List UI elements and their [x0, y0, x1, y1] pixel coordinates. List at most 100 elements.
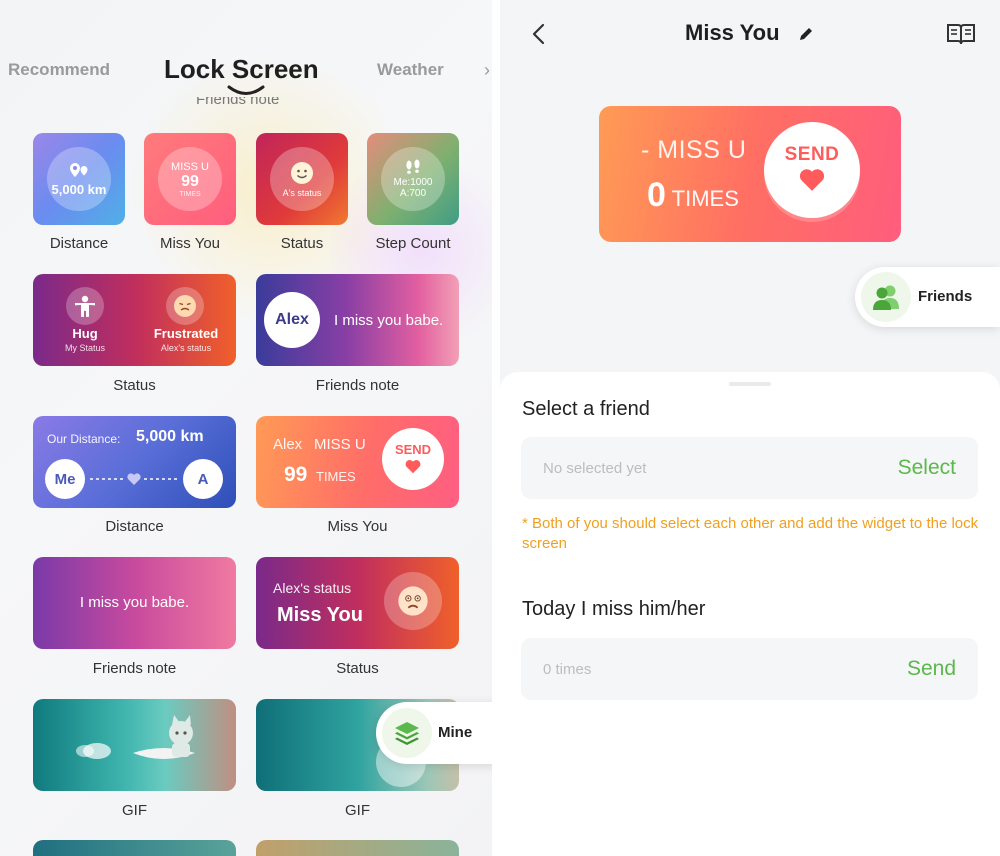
- widget-gif-1[interactable]: [33, 699, 236, 791]
- send-label: SEND: [394, 442, 432, 457]
- mine-icon-wrap: [382, 708, 432, 758]
- select-friend-field[interactable]: No selected yet Select: [521, 437, 978, 499]
- widget-stepcount-square[interactable]: Me:1000 A:700: [367, 133, 459, 225]
- heart-icon: [799, 169, 825, 191]
- bottom-sheet: Select a friend No selected yet Select *…: [500, 372, 1000, 856]
- caption-gif-2: GIF: [345, 802, 370, 819]
- widget-friends-note-wide[interactable]: Alex I miss you babe.: [256, 274, 459, 366]
- chevron-right-icon[interactable]: ›: [484, 60, 490, 81]
- hug-person-icon: [75, 295, 95, 317]
- preview-unit: TIMES: [671, 186, 739, 211]
- distance-value: 5,000 km: [136, 428, 204, 445]
- tab-weather[interactable]: Weather: [377, 60, 444, 80]
- caption-friends-note-2: Friends note: [92, 660, 177, 677]
- back-arrow-icon[interactable]: [528, 22, 552, 46]
- widget-badge: Me:1000 A:700: [381, 147, 445, 211]
- distance-label: Our Distance:: [47, 432, 121, 446]
- frustrated-face-icon: [174, 295, 196, 317]
- note-text: I miss you babe.: [334, 312, 444, 329]
- friends-button[interactable]: Friends: [855, 267, 1000, 327]
- status-text: A's status: [282, 187, 322, 198]
- status-label: Alex's status: [273, 580, 352, 596]
- preview-send-circle: SEND: [764, 122, 860, 218]
- instruction-note: * Both of you should select each other a…: [522, 515, 979, 552]
- hug-title: Hug: [72, 326, 98, 341]
- widget-badge: A's status: [270, 147, 334, 211]
- caption-step-count: Step Count: [375, 235, 451, 252]
- steps-other: A:700: [399, 188, 427, 199]
- active-tab-indicator: [227, 85, 265, 95]
- footprints-icon: [406, 159, 420, 174]
- caption-status-wide: Status: [113, 377, 156, 394]
- sheet-grabber[interactable]: [729, 382, 771, 386]
- widget-partial-1[interactable]: [33, 840, 236, 856]
- preview-title: MISS U: [657, 136, 747, 164]
- distance-value: 5,000 km: [51, 181, 107, 197]
- widget-friends-note-wide-2[interactable]: I miss you babe.: [33, 557, 236, 649]
- frustrated-avatar: [166, 287, 204, 325]
- missu-title: MISS U: [171, 160, 209, 173]
- select-button[interactable]: Select: [898, 456, 956, 480]
- today-miss-title: Today I miss him/her: [522, 598, 706, 620]
- smile-face-icon: [291, 161, 313, 184]
- sad-face-icon: [398, 586, 428, 616]
- pencil-edit-icon[interactable]: [798, 26, 814, 42]
- send-button[interactable]: Send: [907, 657, 956, 681]
- missu-count: 99: [284, 463, 308, 486]
- widget-missyou-wide[interactable]: Alex MISS U 99 TIMES SEND: [256, 416, 459, 508]
- widget-status-wide-2[interactable]: Alex's status Miss You: [256, 557, 459, 649]
- widget-badge: 5,000 km: [47, 147, 111, 211]
- widget-preview: - MISS U 0 TIMES SEND: [599, 106, 901, 242]
- widget-gallery-panel: Recommend Lock Screen Weather › Friends …: [0, 0, 492, 856]
- widget-detail-panel: Miss You - MISS U 0 TIMES SEND Friends S…: [500, 0, 1000, 856]
- friend-avatar: Alex: [264, 292, 320, 348]
- select-friend-title: Select a friend: [522, 398, 650, 420]
- caption-gif-1: GIF: [122, 802, 147, 819]
- steps-me: Me:1000: [393, 177, 433, 188]
- friends-icon: [873, 285, 899, 310]
- note-text: I miss you babe.: [79, 594, 190, 611]
- hug-avatar: [66, 287, 104, 325]
- mine-button[interactable]: Mine: [376, 702, 492, 764]
- friend-name: Alex: [275, 311, 309, 328]
- other-label: A: [197, 470, 209, 488]
- caption-distance-wide: Distance: [105, 518, 164, 535]
- widget-distance-wide[interactable]: Our Distance: 5,000 km Me A: [33, 416, 236, 508]
- widget-status-wide[interactable]: Hug My Status Frustrated Alex's status: [33, 274, 236, 366]
- me-avatar: Me: [45, 459, 85, 499]
- location-pins-icon: [70, 162, 88, 177]
- widget-distance-square[interactable]: 5,000 km: [33, 133, 125, 225]
- me-label: Me: [54, 470, 76, 488]
- widget-badge: MISS U 99 TIMES: [158, 147, 222, 211]
- tab-recommend[interactable]: Recommend: [8, 60, 110, 80]
- tab-lock-screen[interactable]: Lock Screen: [164, 54, 319, 85]
- friends-icon-wrap: [861, 272, 911, 322]
- missu-name: Alex: [273, 436, 303, 453]
- caption-miss-you-wide: Miss You: [327, 518, 388, 535]
- status-value: Miss You: [277, 604, 363, 626]
- preview-send-label: SEND: [784, 144, 840, 165]
- select-friend-placeholder: No selected yet: [543, 460, 647, 477]
- dashed-heart-connector: [90, 473, 178, 485]
- today-miss-field[interactable]: 0 times Send: [521, 638, 978, 700]
- caption-status-wide-2: Status: [336, 660, 379, 677]
- friends-label: Friends: [918, 288, 973, 305]
- hug-subtitle: My Status: [64, 343, 105, 353]
- missu-count: 99: [181, 172, 199, 190]
- layers-icon: [395, 722, 419, 745]
- widget-missyou-square[interactable]: MISS U 99 TIMES: [144, 133, 236, 225]
- missu-unit: TIMES: [179, 190, 201, 198]
- book-guide-icon[interactable]: [946, 22, 976, 46]
- rocket-cat-icon: [76, 715, 195, 759]
- partial-caption: Friends note: [196, 97, 280, 107]
- caption-friends-note: Friends note: [315, 377, 400, 394]
- frustrated-subtitle: Alex's status: [160, 343, 212, 353]
- widget-partial-2[interactable]: [256, 840, 459, 856]
- caption-distance: Distance: [49, 235, 109, 252]
- preview-prefix: -: [641, 136, 650, 164]
- category-tabs: Recommend Lock Screen Weather ›: [0, 50, 492, 100]
- widget-status-square[interactable]: A's status: [256, 133, 348, 225]
- preview-title-line: - MISS U: [641, 136, 746, 165]
- preview-count: 0: [647, 176, 666, 214]
- send-circle[interactable]: SEND: [382, 428, 444, 490]
